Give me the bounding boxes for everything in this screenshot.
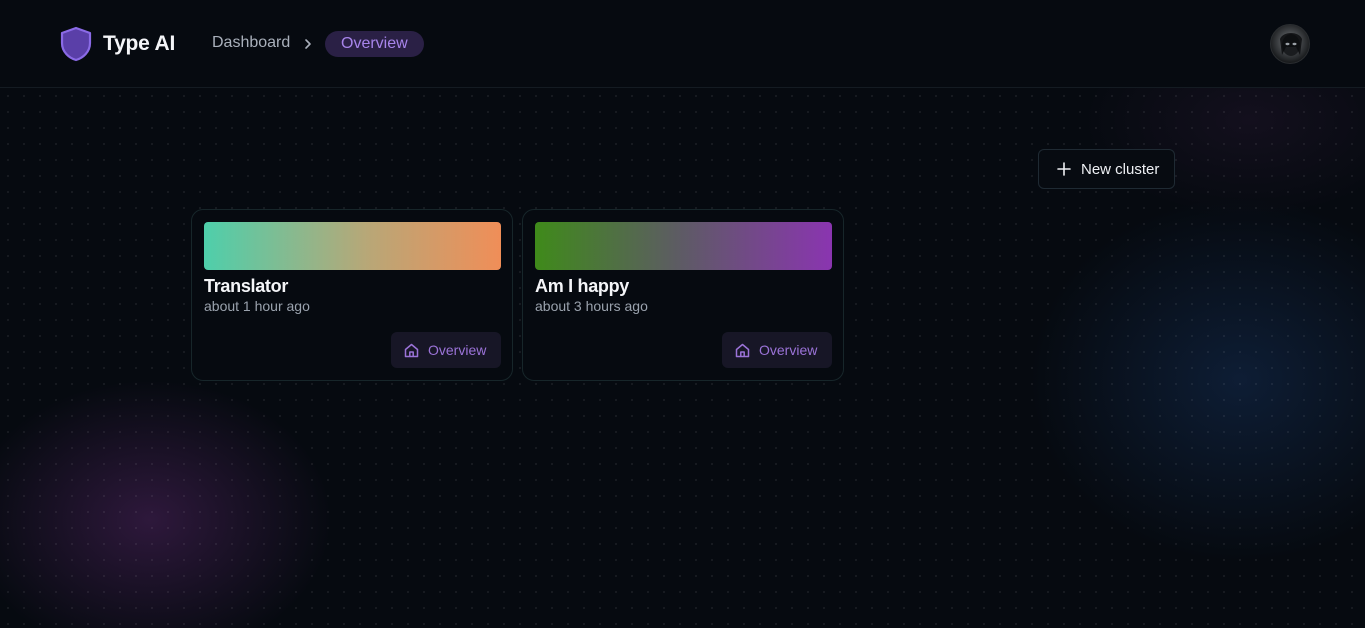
avatar-image xyxy=(1280,33,1302,56)
cluster-banner xyxy=(535,222,832,270)
brand-name: Type AI xyxy=(103,32,176,55)
brand[interactable]: Type AI xyxy=(59,26,175,62)
cluster-overview-label: Overview xyxy=(428,342,487,358)
chevron-right-icon xyxy=(305,39,311,49)
cluster-overview-button[interactable]: Overview xyxy=(722,332,832,368)
cluster-overview-button[interactable]: Overview xyxy=(391,332,501,368)
cluster-card[interactable]: Am I happy about 3 hours ago Overview xyxy=(522,209,844,381)
cluster-card[interactable]: Translator about 1 hour ago Overview xyxy=(191,209,513,381)
cluster-time: about 3 hours ago xyxy=(535,298,648,314)
cluster-overview-label: Overview xyxy=(759,342,818,358)
home-icon xyxy=(735,343,750,357)
avatar[interactable] xyxy=(1270,24,1310,64)
top-bar: Type AI Dashboard Overview xyxy=(0,0,1365,88)
cluster-banner xyxy=(204,222,501,270)
cluster-time: about 1 hour ago xyxy=(204,298,310,314)
home-icon xyxy=(404,343,419,357)
cluster-name: Am I happy xyxy=(535,276,630,296)
breadcrumb-overview[interactable]: Overview xyxy=(325,31,424,57)
shield-icon xyxy=(60,26,92,62)
new-cluster-button[interactable]: New cluster xyxy=(1038,149,1175,189)
cluster-name: Translator xyxy=(204,276,289,296)
breadcrumb-dashboard[interactable]: Dashboard xyxy=(212,34,290,52)
breadcrumb-overview-label: Overview xyxy=(341,35,408,52)
plus-icon xyxy=(1057,162,1071,176)
new-cluster-label: New cluster xyxy=(1081,160,1160,178)
